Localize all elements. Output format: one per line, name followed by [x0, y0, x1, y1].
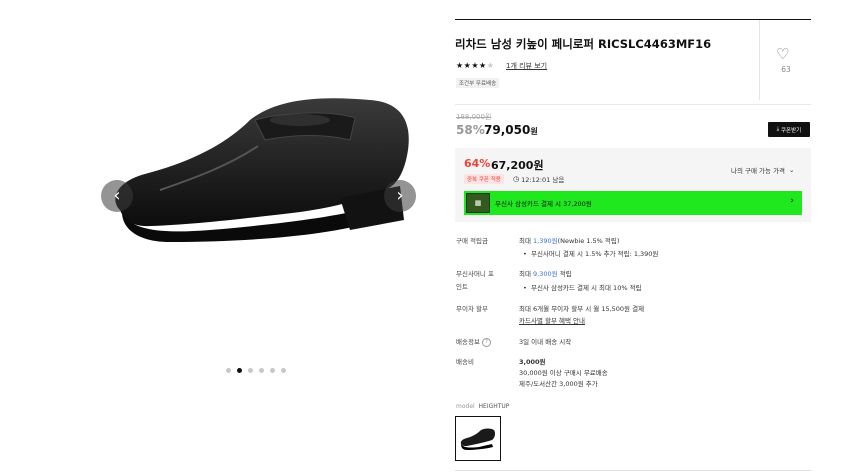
installment-label: 무이자 할부 — [456, 305, 488, 313]
product-gallery: ‹ › — [0, 0, 430, 475]
divider — [759, 20, 760, 100]
heart-icon[interactable]: ♡ — [776, 45, 789, 63]
sale-price: 79,050원 — [484, 123, 538, 137]
chevron-down-icon: ⌄ — [789, 166, 795, 174]
money-suffix: 적립 — [557, 270, 572, 278]
promo-text: 무신사 삼성카드 결제 시 37,200원 — [495, 200, 592, 208]
shipping-island-fee: 제주/도서산간 3,000원 추가 — [519, 380, 598, 388]
points-bullet-text: 무신사머니 결제 시 1.5% 추가 적립: 1,390원 — [530, 250, 659, 258]
money-amount: 9,300원 — [533, 270, 558, 278]
shipping-info-label: 배송정보? — [456, 336, 511, 349]
product-title: 리차드 남성 키높이 페니로퍼 RICSLC4463MF16 — [455, 37, 712, 51]
gallery-pagination — [226, 368, 286, 373]
points-amount: 1,390원 — [533, 237, 558, 245]
like-count: 63 — [781, 65, 791, 74]
coupon-button[interactable]: ⤓ 쿠폰받기 — [768, 122, 810, 137]
discount-rate: 58% — [456, 123, 485, 137]
divider — [455, 19, 811, 20]
divider — [455, 470, 811, 471]
money-bullet-text: 무신사 삼성카드 결제 시 최대 10% 적립 — [530, 284, 642, 292]
review-link[interactable]: 1개 리뷰 보기 — [506, 61, 547, 71]
money-label: 무신사머니 포인트 — [456, 270, 494, 291]
currency-unit: 원 — [530, 127, 538, 136]
money-prefix: 최대 — [519, 270, 534, 278]
rating-stars: ★★★★★ — [456, 61, 494, 70]
model-label: model — [456, 403, 475, 410]
star-filled-icon: ★★★★ — [456, 61, 487, 70]
model-name: HEIGHTUP — [478, 403, 510, 410]
product-image — [115, 98, 409, 242]
money-bullet: • 무신사 삼성카드 결제 시 최대 10% 적립 — [523, 284, 642, 292]
chevron-right-icon: › — [396, 185, 404, 206]
shipping-info-text: 3일 이내 배송 시작 — [519, 338, 572, 346]
best-discount-rate: 64% — [464, 157, 491, 170]
shipping-tag: 조건부 무료배송 — [456, 78, 500, 88]
best-price: 67,200원 — [491, 159, 544, 172]
points-suffix: (Newbie 1.5% 적립) — [557, 237, 620, 245]
installment-link[interactable]: 카드사별 할부 혜택 안내 — [519, 315, 585, 328]
points-prefix: 최대 — [519, 237, 534, 245]
gallery-dot[interactable] — [259, 368, 264, 373]
points-bullet: • 무신사머니 결제 시 1.5% 추가 적립: 1,390원 — [523, 250, 659, 258]
chevron-left-icon: ‹ — [113, 185, 121, 206]
model-info: model HEIGHTUP — [456, 403, 509, 410]
gallery-dot[interactable] — [248, 368, 253, 373]
divider — [455, 104, 811, 105]
card-promo-banner[interactable]: ▦ 무신사 삼성카드 결제 시 37,200원 › — [464, 191, 802, 215]
help-icon[interactable]: ? — [481, 337, 491, 347]
my-price-toggle[interactable]: 나의 구매 가능 가격 ⌄ — [731, 165, 795, 175]
my-price-label: 나의 구매 가능 가격 — [731, 167, 786, 175]
coupon-button-label: 쿠폰받기 — [780, 127, 802, 134]
star-empty-icon: ★ — [486, 61, 495, 70]
gallery-dot-active[interactable] — [237, 368, 242, 373]
gallery-dot[interactable] — [226, 368, 231, 373]
gallery-dot[interactable] — [281, 368, 286, 373]
timer-text: 12:12:01 남음 — [521, 176, 565, 184]
original-price: 188,000원 — [456, 113, 492, 121]
option-thumbnail[interactable] — [455, 416, 501, 461]
card-image: ▦ — [466, 193, 490, 213]
gallery-prev-button[interactable]: ‹ — [101, 180, 133, 212]
shipping-fee-label: 배송비 — [456, 358, 474, 366]
countdown-timer: ◷ 12:12:01 남음 — [513, 174, 564, 184]
chevron-right-icon: › — [790, 196, 794, 206]
shipping-info-label-text: 배송정보 — [456, 338, 480, 346]
sale-price-value: 79,050 — [484, 123, 531, 137]
points-label: 구매 적립금 — [456, 237, 488, 245]
thumbnail-image — [460, 428, 496, 450]
points-value: 최대 1,390원(Newbie 1.5% 적립) — [519, 235, 619, 248]
coupon-badge: 중복 쿠폰 적용 — [464, 174, 504, 184]
gallery-next-button[interactable]: › — [384, 180, 416, 212]
gallery-dot[interactable] — [270, 368, 275, 373]
clock-icon: ◷ — [513, 175, 520, 183]
money-value: 최대 9,300원 적립 — [519, 268, 572, 281]
